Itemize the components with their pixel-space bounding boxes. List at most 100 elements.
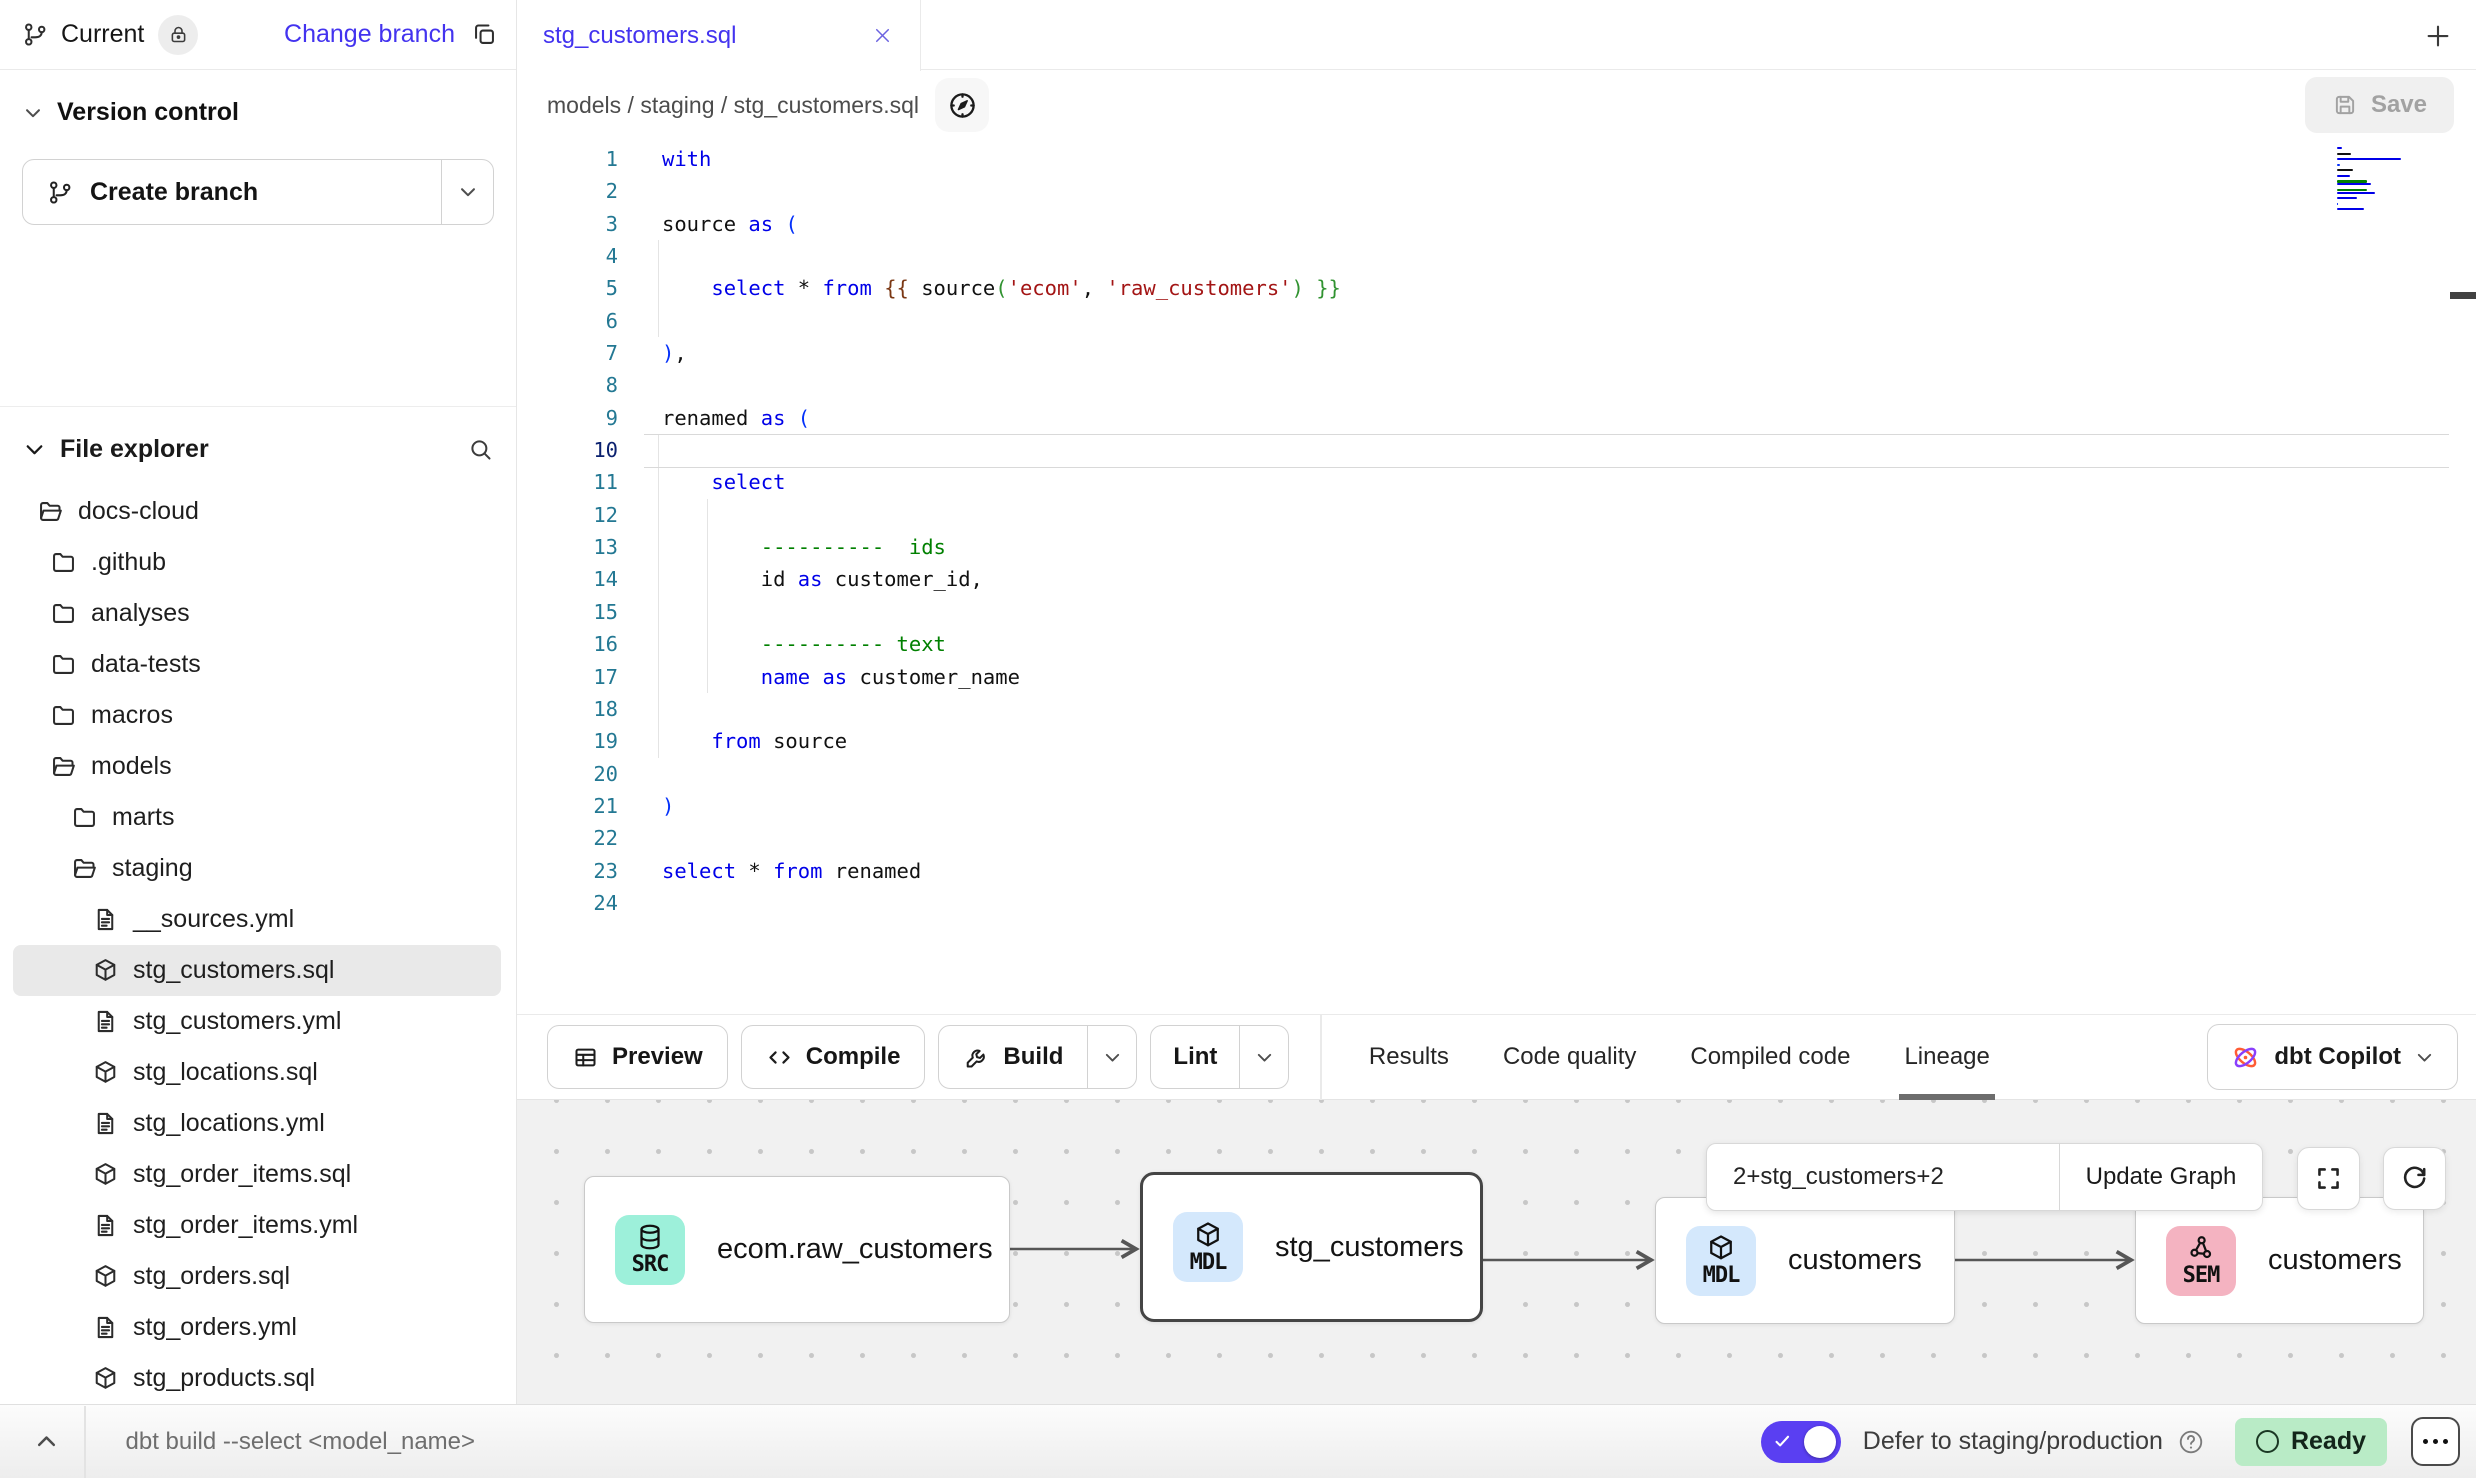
line-number: 11 xyxy=(517,466,618,498)
editor-tab-stg-customers[interactable]: stg_customers.sql xyxy=(517,0,921,71)
git-branch-icon xyxy=(47,179,74,206)
lint-button[interactable]: Lint xyxy=(1150,1025,1289,1089)
file-tree-item--sources-yml[interactable]: __sources.yml xyxy=(13,894,501,945)
line-number: 19 xyxy=(517,725,618,757)
help-icon[interactable] xyxy=(2177,1428,2205,1456)
file-name: stg_locations.sql xyxy=(133,1058,318,1087)
fullscreen-icon xyxy=(2313,1163,2344,1194)
code-line-12: 12 xyxy=(517,499,2476,531)
check-icon xyxy=(1773,1432,1792,1451)
status-bar: dbt build --select <model_name> Defer to… xyxy=(0,1404,2476,1478)
file-tree-item-models[interactable]: models xyxy=(13,741,501,792)
plus-icon xyxy=(2423,21,2453,51)
tab-lineage[interactable]: Lineage xyxy=(1877,1014,2016,1100)
statusbar-divider xyxy=(84,1406,86,1478)
tab-results[interactable]: Results xyxy=(1342,1014,1476,1100)
code-line-14: 14 id as customer_id, xyxy=(517,563,2476,595)
fullscreen-button[interactable] xyxy=(2297,1147,2360,1210)
tab-compiled-code[interactable]: Compiled code xyxy=(1663,1014,1877,1100)
preview-button[interactable]: Preview xyxy=(547,1025,728,1089)
file-tree-item-stg-orders-sql[interactable]: stg_orders.sql xyxy=(13,1251,501,1302)
file-tree-item-macros[interactable]: macros xyxy=(13,690,501,741)
status-circle-icon xyxy=(2256,1430,2279,1453)
tab-code-quality[interactable]: Code quality xyxy=(1476,1014,1663,1100)
file-icon xyxy=(92,1110,119,1137)
indent-guide xyxy=(658,434,659,466)
indent-guide xyxy=(707,596,708,628)
chevron-down-icon xyxy=(22,102,44,124)
lineage-node-mdl-customers[interactable]: MDLcustomers xyxy=(1655,1197,1955,1324)
docs-compass-button[interactable] xyxy=(935,78,989,132)
dbt-copilot-button[interactable]: dbt Copilot xyxy=(2207,1024,2458,1090)
expand-command-panel-button[interactable] xyxy=(24,1428,68,1455)
build-dropdown[interactable] xyxy=(1087,1026,1136,1088)
node-type-badge: SRC xyxy=(615,1215,685,1285)
file-name: staging xyxy=(112,854,193,883)
line-number: 1 xyxy=(517,143,618,175)
file-tree-item-stg-locations-yml[interactable]: stg_locations.yml xyxy=(13,1098,501,1149)
file-icon xyxy=(92,1212,119,1239)
compile-button[interactable]: Compile xyxy=(741,1025,926,1089)
refresh-button[interactable] xyxy=(2383,1147,2446,1210)
line-number: 13 xyxy=(517,531,618,563)
lineage-node-sem-customers[interactable]: SEMcustomers xyxy=(2135,1197,2424,1324)
file-tree-item-stg-customers-sql[interactable]: stg_customers.sql xyxy=(13,945,501,996)
file-tree-item-marts[interactable]: marts xyxy=(13,792,501,843)
new-tab-button[interactable] xyxy=(2420,18,2456,54)
version-control-header[interactable]: Version control xyxy=(22,98,494,127)
code-icon xyxy=(766,1044,793,1071)
defer-toggle[interactable] xyxy=(1761,1421,1841,1463)
code-line-20: 20 xyxy=(517,758,2476,790)
cube-icon xyxy=(92,1059,119,1086)
search-icon[interactable] xyxy=(467,436,494,463)
lint-dropdown[interactable] xyxy=(1239,1026,1288,1088)
file-tree-item-analyses[interactable]: analyses xyxy=(13,588,501,639)
lineage-selector-input[interactable]: 2+stg_customers+2 xyxy=(1707,1144,2059,1210)
create-branch-main[interactable]: Create branch xyxy=(23,178,441,207)
file-tree-item-stg-order-items-yml[interactable]: stg_order_items.yml xyxy=(13,1200,501,1251)
command-input[interactable]: dbt build --select <model_name> xyxy=(126,1428,476,1456)
editor-scrollbar-thumb[interactable] xyxy=(2450,292,2476,299)
file-tree-item--github[interactable]: .github xyxy=(13,537,501,588)
line-content: select xyxy=(662,466,785,498)
database-icon xyxy=(635,1222,665,1252)
lineage-node-src-ecom-raw-customers[interactable]: SRCecom.raw_customers xyxy=(584,1176,1010,1323)
code-line-18: 18 xyxy=(517,693,2476,725)
create-branch-dropdown[interactable] xyxy=(441,160,493,224)
code-line-6: 6 xyxy=(517,305,2476,337)
file-tree-item-stg-products-sql[interactable]: stg_products.sql xyxy=(13,1353,501,1404)
file-tree-item-staging[interactable]: staging xyxy=(13,843,501,894)
cube-icon xyxy=(92,1365,119,1392)
file-tree-item-docs-cloud[interactable]: docs-cloud xyxy=(13,486,501,537)
copy-icon[interactable] xyxy=(471,21,498,48)
lineage-canvas[interactable]: 2+stg_customers+2 Update Graph SRCecom.r… xyxy=(517,1100,2476,1404)
update-graph-button[interactable]: Update Graph xyxy=(2059,1144,2262,1210)
line-number: 12 xyxy=(517,499,618,531)
close-icon[interactable] xyxy=(871,24,894,47)
file-explorer-title: File explorer xyxy=(60,435,209,464)
indent-guide xyxy=(658,661,659,693)
file-name: stg_customers.sql xyxy=(133,956,334,985)
minimap-line xyxy=(2337,169,2353,171)
file-tree-item-data-tests[interactable]: data-tests xyxy=(13,639,501,690)
file-tree-item-stg-order-items-sql[interactable]: stg_order_items.sql xyxy=(13,1149,501,1200)
file-name: data-tests xyxy=(91,650,201,679)
file-tree-item-stg-locations-sql[interactable]: stg_locations.sql xyxy=(13,1047,501,1098)
build-button[interactable]: Build xyxy=(938,1025,1137,1089)
create-branch-button[interactable]: Create branch xyxy=(22,159,494,225)
line-number: 7 xyxy=(517,337,618,369)
version-control-title: Version control xyxy=(57,98,239,127)
save-button[interactable]: Save xyxy=(2305,77,2454,133)
code-line-24: 24 xyxy=(517,887,2476,919)
overflow-menu-button[interactable] xyxy=(2411,1417,2460,1466)
ready-status-badge[interactable]: Ready xyxy=(2235,1418,2387,1466)
save-icon xyxy=(2332,92,2358,118)
lineage-node-mdl-stg-customers[interactable]: MDLstg_customers xyxy=(1140,1172,1483,1322)
file-tree-item-stg-orders-yml[interactable]: stg_orders.yml xyxy=(13,1302,501,1353)
code-editor[interactable]: 1with23source as (45 select * from {{ so… xyxy=(517,140,2476,1014)
file-explorer-header[interactable]: File explorer xyxy=(0,435,516,464)
minimap[interactable] xyxy=(2337,147,2403,214)
change-branch-link[interactable]: Change branch xyxy=(284,20,455,49)
file-tree-item-stg-customers-yml[interactable]: stg_customers.yml xyxy=(13,996,501,1047)
toggle-knob xyxy=(1804,1426,1836,1458)
